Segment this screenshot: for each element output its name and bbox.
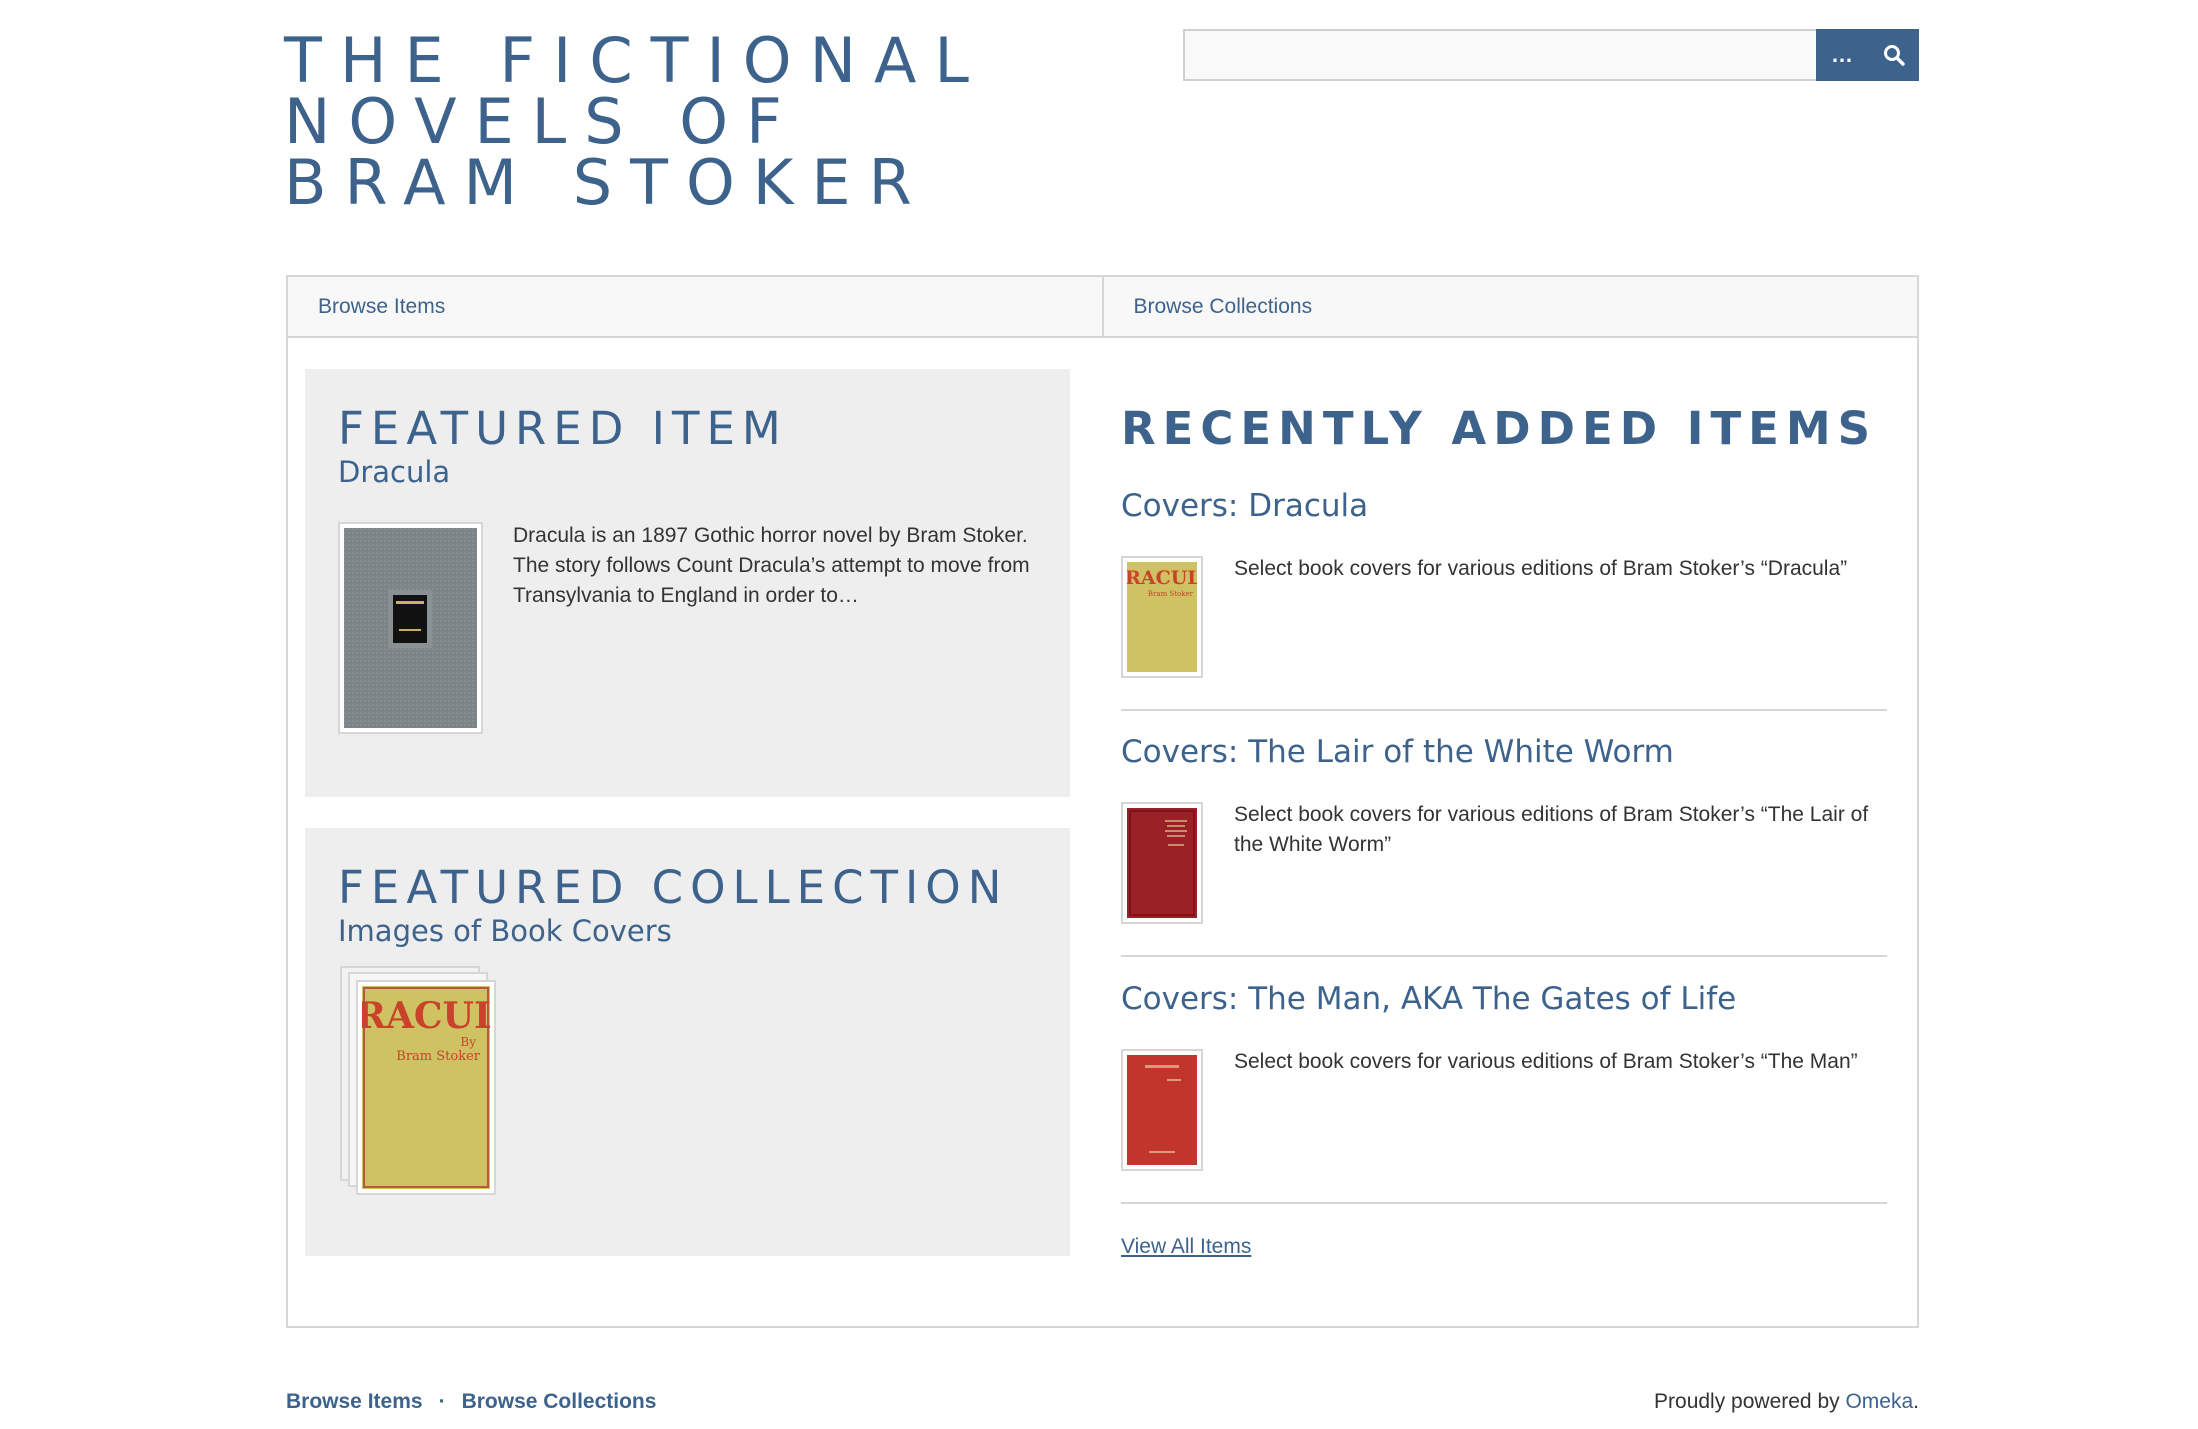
footer-browse-items[interactable]: Browse Items bbox=[286, 1390, 423, 1414]
featured-collection-heading: Featured Collection bbox=[338, 861, 1009, 914]
featured-item-panel: Featured Item Dracula Dracula is an 1897… bbox=[305, 369, 1070, 797]
recent-item-title[interactable]: Covers: The Man, AKA The Gates of Life bbox=[1121, 981, 1736, 1017]
view-all-items-link[interactable]: View All Items bbox=[1121, 1235, 1251, 1259]
recent-item-thumbnail[interactable]: DRACULA Bram Stoker bbox=[1109, 556, 1216, 678]
divider bbox=[1121, 709, 1887, 711]
recent-item-thumbnail[interactable] bbox=[1121, 1049, 1203, 1171]
nav-browse-collections[interactable]: Browse Collections bbox=[1101, 277, 1918, 336]
recent-item-thumbnail[interactable] bbox=[1121, 802, 1203, 924]
featured-item-heading: Featured Item bbox=[338, 402, 788, 455]
site-title[interactable]: The Fictional Novels of Bram Stoker bbox=[284, 30, 1004, 214]
featured-collection-panel: Featured Collection Images of Book Cover… bbox=[305, 828, 1070, 1256]
search-button[interactable] bbox=[1869, 29, 1919, 81]
featured-collection-title[interactable]: Images of Book Covers bbox=[338, 914, 672, 948]
recent-item: Covers: The Man, AKA The Gates of Life S… bbox=[1121, 981, 1887, 1204]
svg-text:Bram Stoker: Bram Stoker bbox=[396, 1049, 481, 1064]
the-man-cover-image bbox=[1127, 1055, 1197, 1165]
divider bbox=[1121, 1202, 1887, 1204]
recent-items-heading: Recently Added Items bbox=[1121, 402, 1878, 455]
recent-item-description: Select book covers for various editions … bbox=[1234, 557, 1848, 580]
dracula-yellow-cover-image: DRACULA By Bram Stoker bbox=[325, 986, 528, 1189]
main-nav: Browse Items Browse Collections bbox=[286, 275, 1919, 338]
recent-item: Covers: The Lair of the White Worm Selec… bbox=[1121, 734, 1887, 957]
featured-item-description: Dracula is an 1897 Gothic horror novel b… bbox=[513, 524, 1030, 607]
powered-by-text: Proudly powered by bbox=[1654, 1390, 1846, 1413]
svg-text:DRACULA: DRACULA bbox=[362, 995, 490, 1037]
lair-cover-image bbox=[1127, 808, 1197, 918]
recent-item-title[interactable]: Covers: The Lair of the White Worm bbox=[1121, 734, 1674, 770]
footer-browse-collections[interactable]: Browse Collections bbox=[462, 1390, 657, 1414]
powered-by-suffix: . bbox=[1913, 1390, 1919, 1413]
search-input[interactable] bbox=[1183, 29, 1816, 81]
footer-separator: · bbox=[438, 1390, 446, 1413]
omeka-link[interactable]: Omeka bbox=[1845, 1390, 1913, 1413]
footer-nav: Browse Items · Browse Collections bbox=[286, 1390, 656, 1414]
search-form: … bbox=[1183, 29, 1919, 81]
dracula-cover-image: DRACULA Bram Stoker bbox=[1109, 562, 1216, 672]
divider bbox=[1121, 955, 1887, 957]
advanced-search-button[interactable]: … bbox=[1816, 29, 1869, 81]
recent-item: Covers: Dracula DRACULA Bram Stoker Sele… bbox=[1109, 488, 1887, 711]
recent-item-description: Select book covers for various editions … bbox=[1234, 1050, 1858, 1073]
recent-item-title[interactable]: Covers: Dracula bbox=[1121, 488, 1368, 524]
powered-by: Proudly powered by Omeka. bbox=[1654, 1390, 1919, 1414]
svg-text:Bram Stoker: Bram Stoker bbox=[1148, 590, 1194, 598]
featured-item-thumbnail[interactable] bbox=[338, 522, 483, 734]
svg-text:DRACULA: DRACULA bbox=[1127, 567, 1197, 589]
recent-item-description: Select book covers for various editions … bbox=[1234, 803, 1869, 856]
svg-text:By: By bbox=[460, 1035, 476, 1049]
search-icon bbox=[1884, 45, 1905, 66]
featured-collection-thumbnail[interactable]: DRACULA By Bram Stoker bbox=[325, 980, 528, 1195]
nav-browse-items[interactable]: Browse Items bbox=[288, 277, 1102, 336]
featured-item-title[interactable]: Dracula bbox=[338, 455, 450, 489]
dracula-grey-cover-image bbox=[344, 528, 477, 728]
